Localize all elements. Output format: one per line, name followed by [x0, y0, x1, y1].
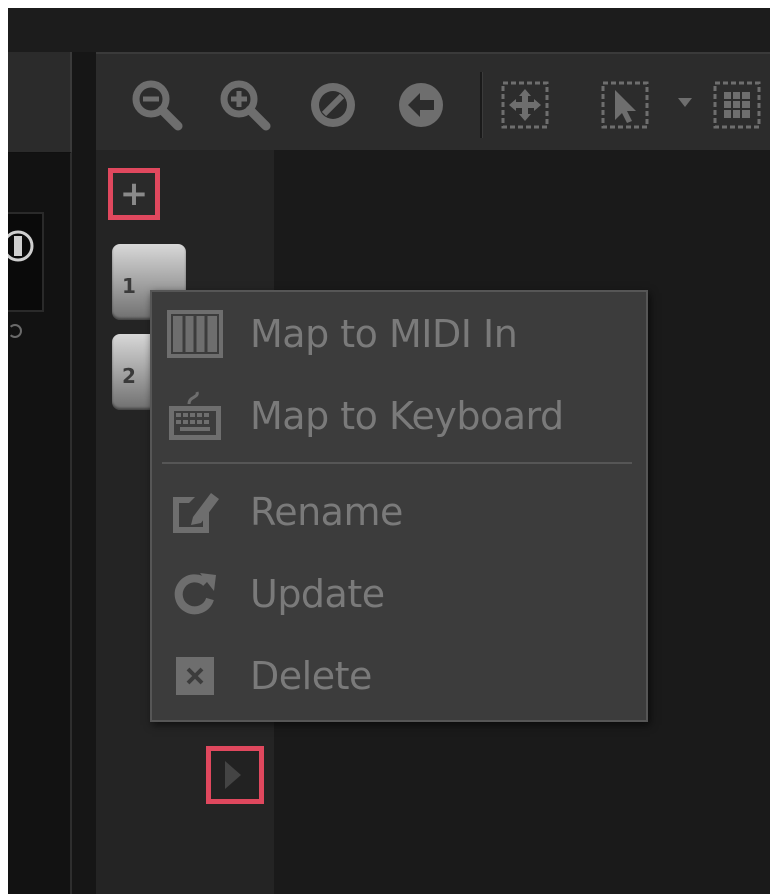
- toolbar-separator: [480, 72, 483, 138]
- panel-divider[interactable]: [72, 52, 98, 894]
- status-indicator: [8, 324, 22, 338]
- menu-item-delete[interactable]: Delete: [152, 640, 646, 712]
- menu-label: Rename: [250, 490, 403, 534]
- menu-label: Map to Keyboard: [250, 394, 564, 438]
- left-panel: [8, 52, 72, 894]
- back-icon[interactable]: [394, 78, 448, 132]
- add-track-button[interactable]: +: [108, 168, 160, 220]
- knob-control[interactable]: [8, 212, 44, 312]
- menu-label: Delete: [250, 654, 372, 698]
- context-menu: Map to MIDI In Map to Keyboard Rename Up…: [150, 290, 648, 722]
- toolbar: [96, 52, 770, 153]
- app-window: + 1 2 Map to MIDI In Map to Keyboard Ren…: [8, 8, 770, 894]
- delete-icon: [166, 650, 224, 702]
- top-strip: [8, 8, 770, 53]
- menu-item-map-midi[interactable]: Map to MIDI In: [152, 298, 646, 370]
- pointer-select-icon[interactable]: [598, 78, 652, 132]
- keyboard-icon: [166, 390, 224, 442]
- move-select-icon[interactable]: [498, 78, 552, 132]
- menu-separator: [162, 462, 632, 464]
- refresh-icon: [166, 568, 224, 620]
- zoom-in-icon[interactable]: [218, 78, 272, 132]
- menu-item-update[interactable]: Update: [152, 558, 646, 630]
- menu-label: Update: [250, 572, 385, 616]
- chevron-down-icon[interactable]: [678, 98, 692, 107]
- edit-icon: [166, 486, 224, 538]
- pad-label: 2: [122, 364, 136, 388]
- play-icon: [225, 761, 241, 789]
- piano-keys-icon: [166, 308, 224, 360]
- plus-icon: +: [119, 174, 149, 214]
- pad-label: 1: [122, 274, 136, 298]
- menu-label: Map to MIDI In: [250, 312, 518, 356]
- left-toolbar: [8, 52, 72, 153]
- zoom-out-icon[interactable]: [130, 78, 184, 132]
- grid-select-icon[interactable]: [710, 78, 764, 132]
- play-button[interactable]: [206, 746, 264, 804]
- zoom-fit-icon[interactable]: [306, 78, 360, 132]
- menu-item-map-keyboard[interactable]: Map to Keyboard: [152, 380, 646, 452]
- menu-item-rename[interactable]: Rename: [152, 476, 646, 548]
